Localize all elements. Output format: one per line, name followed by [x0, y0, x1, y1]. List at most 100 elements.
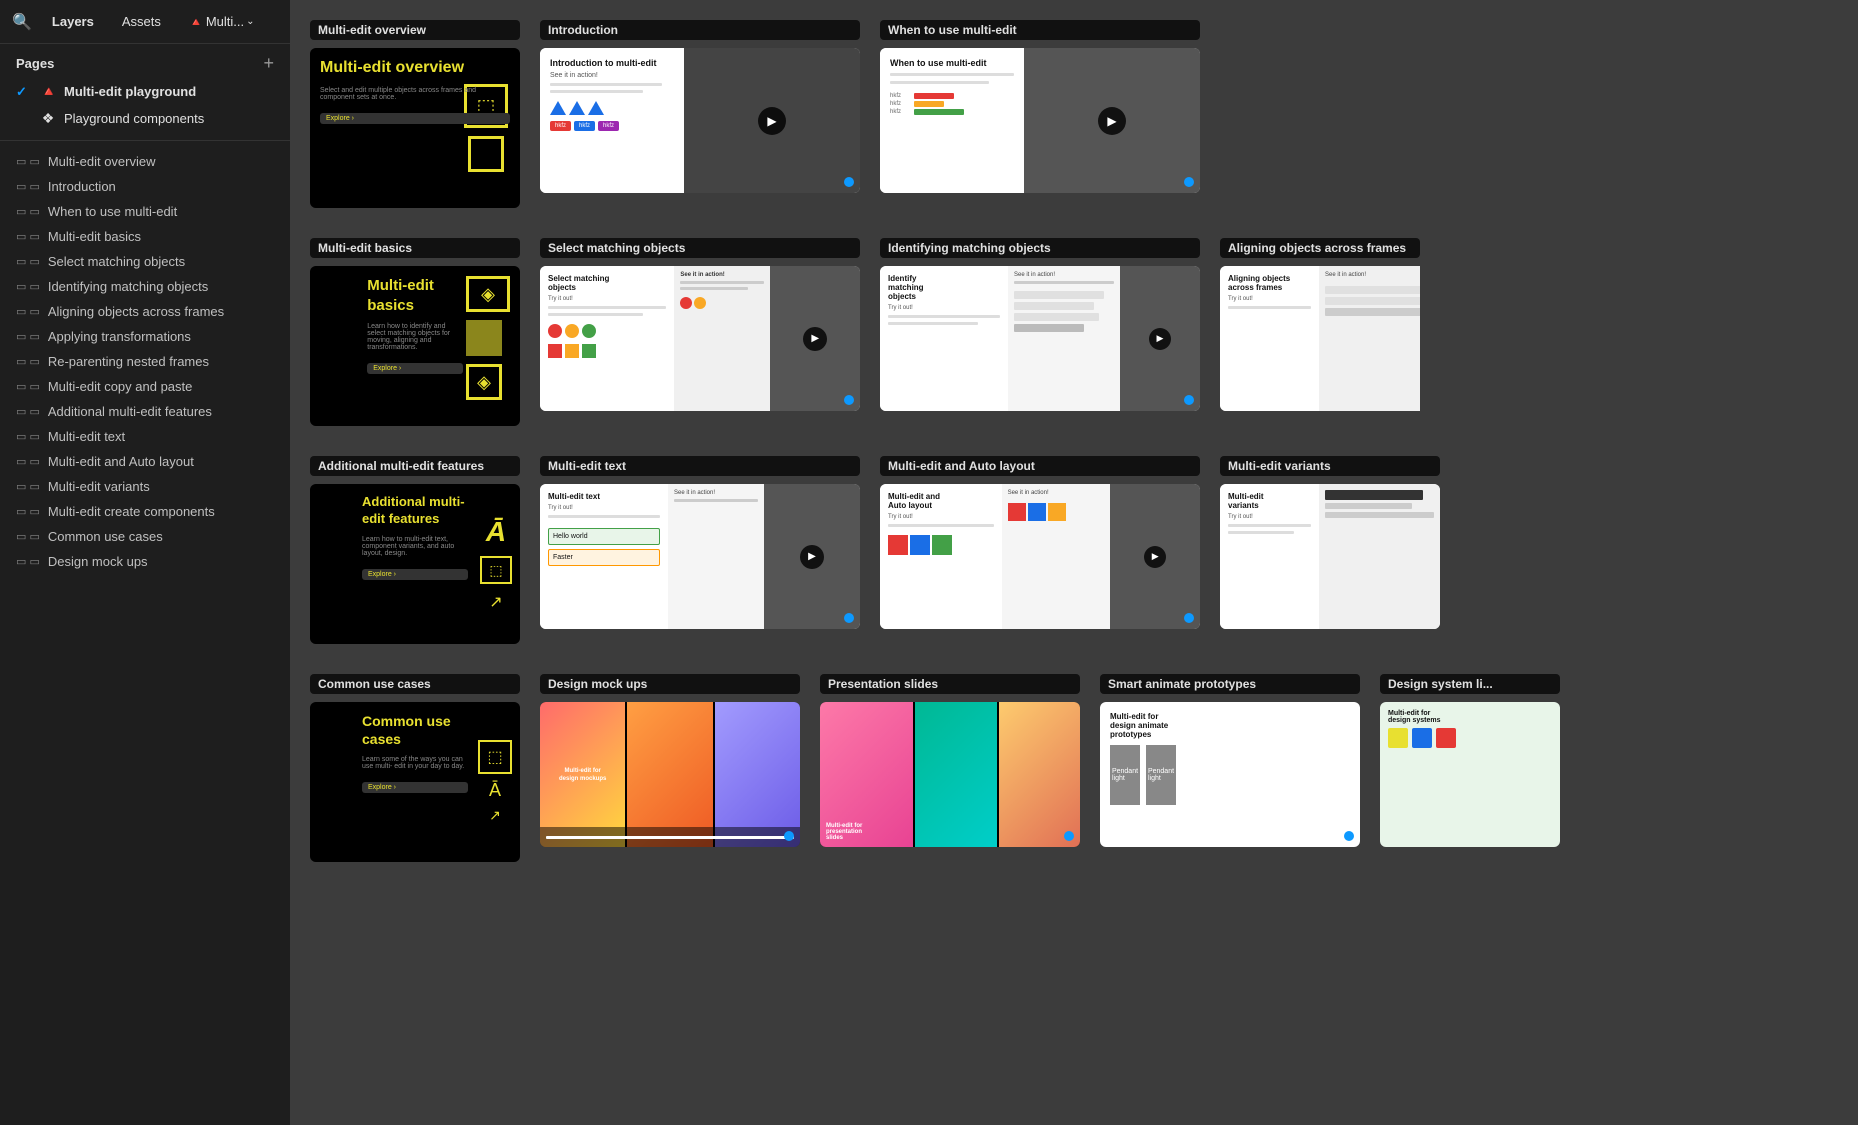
- section-label-common: Common use cases: [310, 674, 520, 694]
- chevron-down-icon: ⌄: [246, 16, 254, 27]
- card-btn[interactable]: Explore ›: [320, 113, 510, 124]
- layer-item-design-mock-ups[interactable]: ▭ ▭ Design mock ups: [0, 549, 290, 574]
- section-label-auto-layout: Multi-edit and Auto layout: [880, 456, 1200, 476]
- layer-label: Multi-edit variants: [48, 479, 150, 494]
- section-label-when-to-use: When to use multi-edit: [880, 20, 1200, 40]
- section-block-introduction: Introduction Introduction to multi-edit …: [540, 20, 860, 193]
- card-common-use-cases[interactable]: Common use cases Learn some of the ways …: [310, 702, 520, 862]
- card-additional-features[interactable]: Additional multi-edit features Learn how…: [310, 484, 520, 644]
- layer-item-when-to-use[interactable]: ▭ ▭ When to use multi-edit: [0, 199, 290, 224]
- layer-item-text[interactable]: ▭ ▭ Multi-edit text: [0, 424, 290, 449]
- layer-label: Applying transformations: [48, 329, 191, 344]
- check-icon: ✓: [16, 84, 32, 100]
- section-label-overview: Multi-edit overview: [310, 20, 520, 40]
- card-aligning[interactable]: Aligning objectsacross frames Try it out…: [1220, 266, 1420, 411]
- layers-tab[interactable]: Layers: [44, 10, 102, 33]
- section-block-design-system: Design system li... Multi-edit fordesign…: [1380, 674, 1560, 847]
- frame-icon: ▭ ▭: [16, 405, 40, 418]
- layer-item-create-components[interactable]: ▭ ▭ Multi-edit create components: [0, 499, 290, 524]
- layer-item-reparenting[interactable]: ▭ ▭ Re-parenting nested frames: [0, 349, 290, 374]
- basics-title: Multi-edit basics: [367, 276, 463, 315]
- basics-subtitle: Learn how to identify and select matchin…: [367, 323, 463, 351]
- card-multi-edit-text[interactable]: Multi-edit text Try it out! Hello world …: [540, 484, 860, 629]
- card-dot-mockup: [784, 831, 794, 841]
- additional-btn[interactable]: Explore ›: [362, 569, 468, 580]
- layer-item-aligning[interactable]: ▭ ▭ Aligning objects across frames: [0, 299, 290, 324]
- basics-btn[interactable]: Explore ›: [367, 363, 463, 374]
- section-label-mockup: Design mock ups: [540, 674, 800, 694]
- section-block-metext: Multi-edit text Multi-edit text Try it o…: [540, 456, 860, 629]
- card-smart-animate[interactable]: Multi-edit fordesign animateprototypes P…: [1100, 702, 1360, 847]
- layer-label: Identifying matching objects: [48, 279, 208, 294]
- layer-item-identifying[interactable]: ▭ ▭ Identifying matching objects: [0, 274, 290, 299]
- section-label-introduction: Introduction: [540, 20, 860, 40]
- layer-item-common-use-cases[interactable]: ▭ ▭ Common use cases: [0, 524, 290, 549]
- search-icon[interactable]: 🔍: [12, 12, 32, 32]
- play-button[interactable]: ▶: [758, 107, 786, 135]
- layer-item-applying[interactable]: ▭ ▭ Applying transformations: [0, 324, 290, 349]
- section-block-overview: Multi-edit overview Multi-edit overview …: [310, 20, 520, 208]
- card-auto-layout[interactable]: Multi-edit andAuto layout Try it out! Se…: [880, 484, 1200, 629]
- card-multi-edit-overview[interactable]: Multi-edit overview Select and edit mult…: [310, 48, 520, 208]
- common-subtitle: Learn some of the ways you can use multi…: [362, 756, 468, 770]
- page-item-playground-components[interactable]: ❖ Playground components: [0, 105, 290, 132]
- multi-tab[interactable]: 🔺 Multi... ⌄: [181, 10, 263, 33]
- pages-label: Pages: [16, 56, 54, 71]
- play-button-when[interactable]: ▶: [1098, 107, 1126, 135]
- card-select-matching[interactable]: Select matchingobjects Try it out!: [540, 266, 860, 411]
- play-select[interactable]: ▶: [803, 327, 827, 351]
- divider: [0, 140, 290, 141]
- section-block-select: Select matching objects Select matchingo…: [540, 238, 860, 411]
- section-block-aligning: Aligning objects across frames Aligning …: [1220, 238, 1420, 411]
- pages-header: Pages +: [0, 44, 290, 78]
- section-label-presentation: Presentation slides: [820, 674, 1080, 694]
- layer-label: Introduction: [48, 179, 116, 194]
- section-row-1: Multi-edit overview Multi-edit overview …: [310, 20, 1838, 208]
- frame-icon: ▭ ▭: [16, 555, 40, 568]
- frame-icon: ▭ ▭: [16, 505, 40, 518]
- page-label: Multi-edit playground: [64, 84, 196, 99]
- frame-icon: ▭ ▭: [16, 480, 40, 493]
- assets-tab[interactable]: Assets: [114, 10, 169, 33]
- section-label-identifying: Identifying matching objects: [880, 238, 1200, 258]
- play-text[interactable]: ▶: [800, 545, 824, 569]
- layer-item-multi-edit-overview[interactable]: ▭ ▭ Multi-edit overview: [0, 149, 290, 174]
- layer-item-auto-layout[interactable]: ▭ ▭ Multi-edit and Auto layout: [0, 449, 290, 474]
- section-label-additional: Additional multi-edit features: [310, 456, 520, 476]
- play-auto[interactable]: ▶: [1144, 546, 1166, 568]
- layer-item-introduction[interactable]: ▭ ▭ Introduction: [0, 174, 290, 199]
- layer-item-multi-edit-basics[interactable]: ▭ ▭ Multi-edit basics: [0, 224, 290, 249]
- layer-item-variants[interactable]: ▭ ▭ Multi-edit variants: [0, 474, 290, 499]
- card-presentation[interactable]: Multi-edit forpresentationslides: [820, 702, 1080, 847]
- add-page-button[interactable]: +: [263, 54, 274, 72]
- section-block-auto-layout: Multi-edit and Auto layout Multi-edit an…: [880, 456, 1200, 629]
- common-btn[interactable]: Explore ›: [362, 782, 468, 793]
- frame-icon: ▭ ▭: [16, 330, 40, 343]
- card-multi-edit-basics[interactable]: Multi-edit basics Learn how to identify …: [310, 266, 520, 426]
- card-dot-auto: [1184, 613, 1194, 623]
- card-design-mockups[interactable]: Multi-edit for design mockups: [540, 702, 800, 847]
- card-dot-select: [844, 395, 854, 405]
- layer-label: Multi-edit overview: [48, 154, 156, 169]
- layer-label: Design mock ups: [48, 554, 148, 569]
- card-introduction[interactable]: Introduction to multi-edit See it in act…: [540, 48, 860, 193]
- section-block-basics: Multi-edit basics Multi-edit basics Lear…: [310, 238, 520, 426]
- layer-item-additional-features[interactable]: ▭ ▭ Additional multi-edit features: [0, 399, 290, 424]
- card-when-to-use[interactable]: When to use multi-edit hkfz hkfz: [880, 48, 1200, 193]
- card-variants[interactable]: Multi-editvariants Try it out!: [1220, 484, 1440, 629]
- section-block-mockup: Design mock ups Multi-edit for design mo…: [540, 674, 800, 847]
- section-block-smart: Smart animate prototypes Multi-edit ford…: [1100, 674, 1360, 847]
- card-identifying[interactable]: Identifymatchingobjects Try it out! See …: [880, 266, 1200, 411]
- frame-icon: ▭ ▭: [16, 205, 40, 218]
- layer-item-copy-paste[interactable]: ▭ ▭ Multi-edit copy and paste: [0, 374, 290, 399]
- card-design-system[interactable]: Multi-edit fordesign systems: [1380, 702, 1560, 847]
- when-heading: When to use multi-edit: [890, 58, 1014, 68]
- frame-icon: ▭ ▭: [16, 380, 40, 393]
- layer-label: Multi-edit and Auto layout: [48, 454, 194, 469]
- additional-subtitle: Learn how to multi-edit text, component …: [362, 536, 468, 557]
- page-item-multi-edit-playground[interactable]: ✓ 🔺 Multi-edit playground: [0, 78, 290, 105]
- layer-item-select-matching[interactable]: ▭ ▭ Select matching objects: [0, 249, 290, 274]
- layer-label: Re-parenting nested frames: [48, 354, 209, 369]
- play-identify[interactable]: ▶: [1149, 328, 1171, 350]
- common-title: Common use cases: [362, 712, 468, 748]
